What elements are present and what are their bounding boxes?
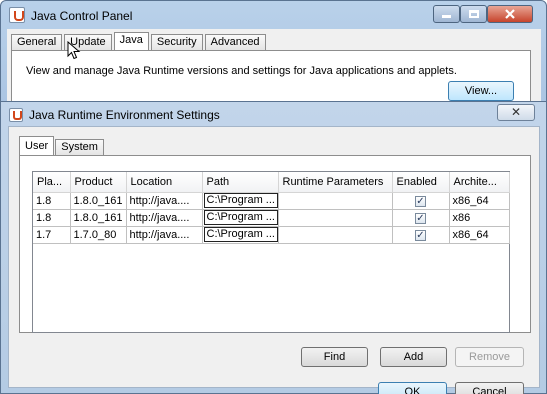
path-editor[interactable]: C:\Program ... — [203, 227, 277, 242]
java-control-panel-window: Java Control Panel General Update Java S… — [0, 0, 547, 112]
platform-cell[interactable]: 1.8 — [33, 209, 71, 227]
tab-system[interactable]: System — [55, 139, 104, 156]
maximize-button[interactable] — [460, 5, 487, 23]
table-row[interactable]: 1.7 1.7.0_80 http://java.... C:\Program … — [33, 226, 510, 244]
control-panel-body: General Update Java Security Advanced Vi… — [7, 29, 541, 112]
control-panel-titlebar[interactable]: Java Control Panel — [1, 1, 546, 29]
product-cell[interactable]: 1.8.0_161 — [70, 192, 127, 210]
minimize-icon — [442, 15, 451, 18]
path-cell[interactable]: C:\Program ... — [202, 209, 279, 227]
jre-tabs: User System — [19, 136, 105, 156]
remove-button[interactable]: Remove — [455, 347, 524, 367]
table-header-row: Pla... Product Location Path Runtime Par… — [33, 172, 510, 193]
mouse-cursor-icon — [67, 41, 81, 60]
jre-dialog-body: User System Pla... Product Location Path — [8, 126, 540, 394]
java-icon — [9, 7, 25, 23]
maximize-icon — [468, 10, 479, 18]
cancel-button[interactable]: Cancel — [455, 382, 524, 394]
jre-dialog-titlebar[interactable]: Java Runtime Environment Settings ✕ — [1, 102, 546, 126]
product-cell[interactable]: 1.7.0_80 — [70, 226, 127, 244]
location-cell[interactable]: http://java.... — [126, 226, 203, 244]
ok-button[interactable]: OK — [378, 382, 447, 394]
table-row[interactable]: 1.8 1.8.0_161 http://java.... C:\Program… — [33, 192, 510, 210]
tab-advanced[interactable]: Advanced — [204, 34, 266, 51]
close-icon: ✕ — [510, 105, 522, 119]
jre-dialog-title: Java Runtime Environment Settings — [29, 108, 220, 122]
close-window-button[interactable] — [487, 5, 533, 23]
path-cell[interactable]: C:\Program ... — [202, 192, 279, 210]
column-header-architecture[interactable]: Archite... — [449, 172, 510, 193]
control-panel-tabs: General Update Java Security Advanced — [11, 32, 268, 51]
architecture-cell[interactable]: x86 — [449, 209, 510, 227]
enabled-checkbox[interactable]: ✓ — [415, 196, 426, 207]
enabled-checkbox[interactable]: ✓ — [415, 230, 426, 241]
runtime-parameters-cell[interactable] — [278, 226, 393, 244]
enabled-cell: ✓ — [392, 226, 450, 244]
product-cell[interactable]: 1.8.0_161 — [70, 209, 127, 227]
runtime-parameters-cell[interactable] — [278, 192, 393, 210]
view-button[interactable]: View... — [448, 81, 514, 101]
platform-cell[interactable]: 1.7 — [33, 226, 71, 244]
jre-settings-dialog: Java Runtime Environment Settings ✕ User… — [0, 101, 547, 394]
jre-table: Pla... Product Location Path Runtime Par… — [32, 171, 510, 333]
column-header-platform[interactable]: Pla... — [33, 172, 71, 193]
table-row[interactable]: 1.8 1.8.0_161 http://java.... C:\Program… — [33, 209, 510, 227]
control-panel-title: Java Control Panel — [31, 9, 133, 23]
tab-security[interactable]: Security — [150, 34, 203, 51]
java-description: View and manage Java Runtime versions an… — [26, 65, 457, 77]
dialog-close-button[interactable]: ✕ — [497, 104, 535, 121]
user-tab-panel: Pla... Product Location Path Runtime Par… — [19, 155, 531, 333]
enabled-cell: ✓ — [392, 209, 450, 227]
add-button[interactable]: Add — [380, 347, 447, 367]
find-button[interactable]: Find — [301, 347, 368, 367]
enabled-cell: ✓ — [392, 192, 450, 210]
path-editor[interactable]: C:\Program ... — [203, 193, 277, 208]
minimize-button[interactable] — [433, 5, 460, 23]
architecture-cell[interactable]: x86_64 — [449, 192, 510, 210]
column-header-enabled[interactable]: Enabled — [392, 172, 450, 193]
close-icon — [505, 9, 515, 19]
platform-cell[interactable]: 1.8 — [33, 192, 71, 210]
path-cell[interactable]: C:\Program ... — [202, 226, 279, 244]
location-cell[interactable]: http://java.... — [126, 209, 203, 227]
path-editor[interactable]: C:\Program ... — [203, 210, 277, 225]
runtime-parameters-cell[interactable] — [278, 209, 393, 227]
location-cell[interactable]: http://java.... — [126, 192, 203, 210]
tab-java[interactable]: Java — [113, 32, 149, 51]
tab-user[interactable]: User — [19, 136, 55, 156]
column-header-location[interactable]: Location — [126, 172, 203, 193]
java-icon — [9, 108, 23, 122]
column-header-runtime-parameters[interactable]: Runtime Parameters — [278, 172, 393, 193]
column-header-product[interactable]: Product — [70, 172, 127, 193]
architecture-cell[interactable]: x86_64 — [449, 226, 510, 244]
tab-general[interactable]: General — [11, 34, 63, 51]
enabled-checkbox[interactable]: ✓ — [415, 213, 426, 224]
column-header-path[interactable]: Path — [202, 172, 279, 193]
